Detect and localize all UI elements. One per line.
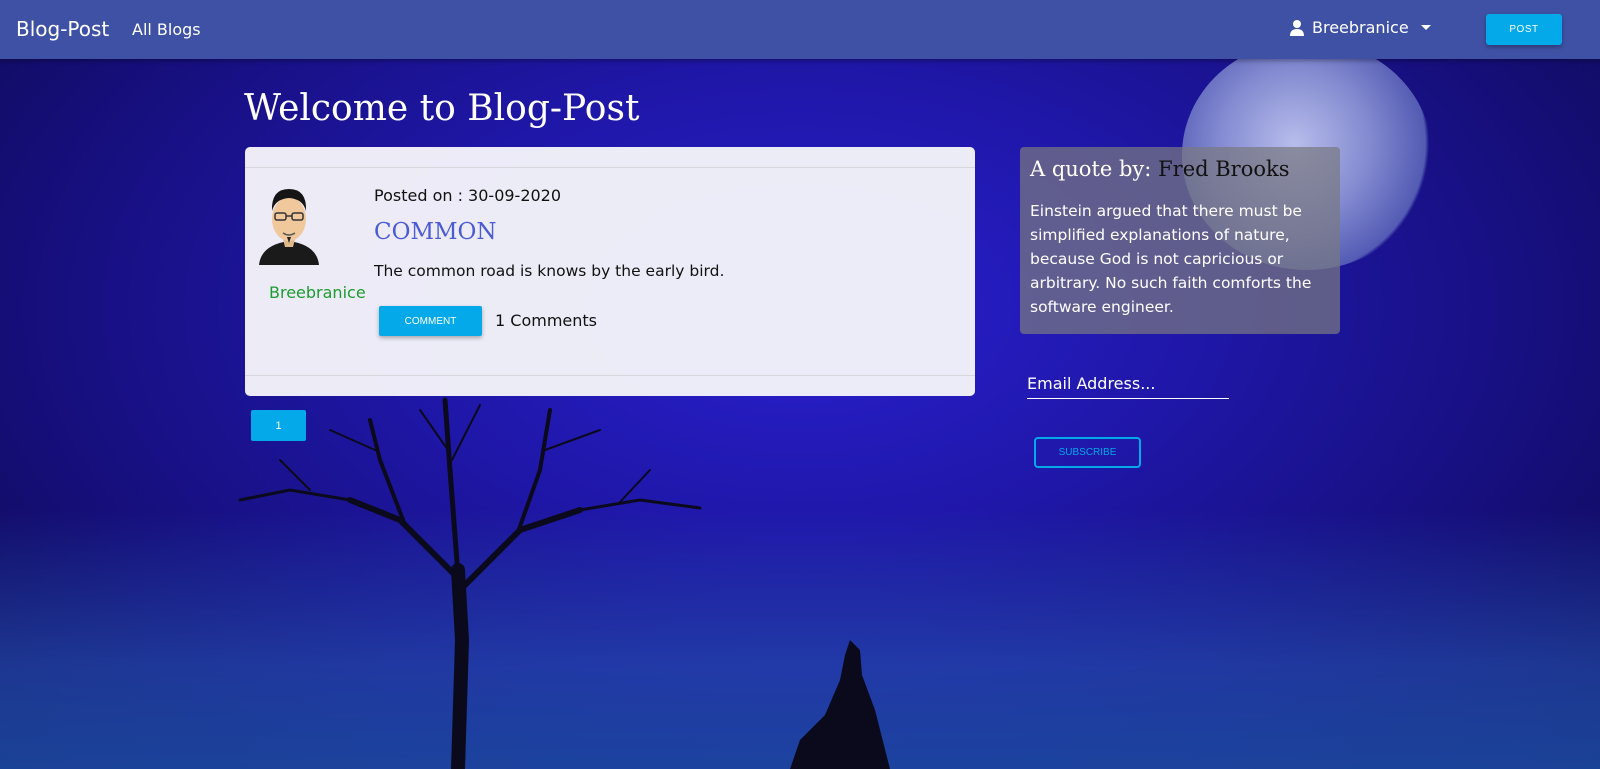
all-blogs-link[interactable]: All Blogs bbox=[132, 20, 201, 39]
quote-prefix: A quote by: bbox=[1030, 157, 1152, 181]
quote-text: Einstein argued that there must be simpl… bbox=[1030, 202, 1312, 316]
subscribe-button[interactable]: SUBSCRIBE bbox=[1034, 437, 1141, 468]
pagination-page-1[interactable]: 1 bbox=[251, 410, 306, 441]
avatar bbox=[259, 183, 319, 265]
navbar: Blog-Post All Blogs Breebranice POST bbox=[0, 0, 1600, 59]
comment-button[interactable]: COMMENT bbox=[379, 306, 482, 336]
post-body: The common road is knows by the early bi… bbox=[374, 262, 725, 280]
user-name: Breebranice bbox=[1312, 18, 1409, 37]
tree-silhouette bbox=[238, 397, 702, 769]
wolf-silhouette bbox=[790, 640, 890, 769]
brand-link[interactable]: Blog-Post bbox=[16, 17, 109, 41]
post-date: Posted on : 30-09-2020 bbox=[374, 186, 562, 205]
user-icon bbox=[1290, 19, 1304, 36]
quote-box: A quote by: Fred Brooks Einstein argued … bbox=[1020, 147, 1340, 334]
page-title: Welcome to Blog-Post bbox=[244, 88, 640, 129]
quote-heading: A quote by: Fred Brooks bbox=[1030, 157, 1330, 181]
comments-count: 1 Comments bbox=[495, 311, 597, 330]
email-field[interactable] bbox=[1027, 369, 1229, 399]
post-title[interactable]: COMMON bbox=[374, 219, 497, 245]
chevron-down-icon bbox=[1420, 25, 1431, 30]
post-button[interactable]: POST bbox=[1486, 14, 1562, 45]
user-dropdown[interactable]: Breebranice bbox=[1290, 18, 1431, 37]
post-card: Breebranice Posted on : 30-09-2020 COMMO… bbox=[245, 147, 975, 396]
author-name[interactable]: Breebranice bbox=[269, 283, 366, 302]
divider bbox=[245, 167, 975, 168]
quote-author: Fred Brooks bbox=[1158, 157, 1290, 181]
divider bbox=[245, 375, 975, 376]
